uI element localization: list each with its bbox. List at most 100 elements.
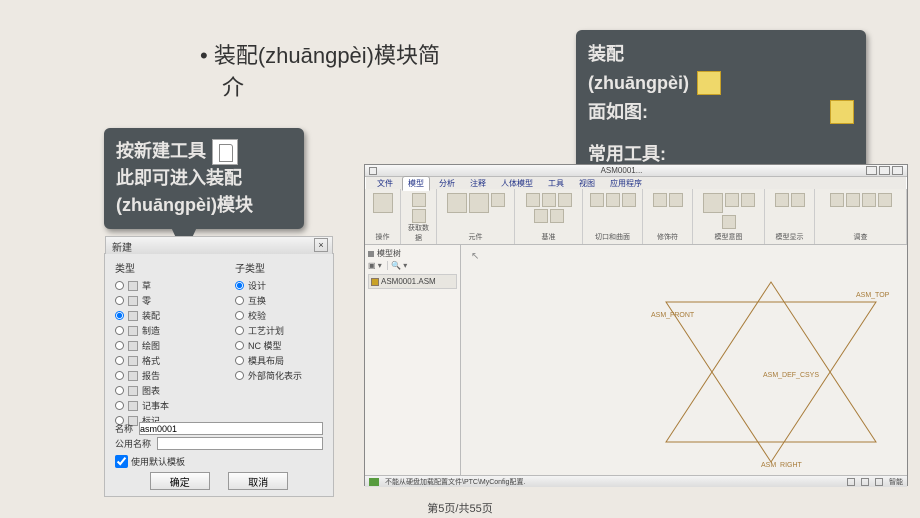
ok-button[interactable]: 确定 — [150, 472, 210, 490]
regenerate-icon[interactable] — [373, 193, 393, 213]
publish-icon[interactable] — [862, 193, 876, 207]
sub-radio-4[interactable] — [235, 341, 244, 350]
bullet-text-1: • 装配(zhuāngpèi)模块简 — [200, 38, 440, 70]
revolve-icon[interactable] — [622, 193, 636, 207]
point-icon[interactable] — [558, 193, 572, 207]
type-radio-1[interactable] — [115, 296, 124, 305]
paste-icon[interactable] — [412, 209, 426, 223]
hole-icon[interactable] — [590, 193, 604, 207]
axis-icon[interactable] — [542, 193, 556, 207]
csys-icon[interactable] — [534, 209, 548, 223]
name-field[interactable] — [139, 422, 323, 435]
display-style-icon[interactable] — [775, 193, 789, 207]
mirror-icon[interactable] — [669, 193, 683, 207]
type-lbl-7: 图表 — [142, 384, 160, 397]
param-icon[interactable] — [830, 193, 844, 207]
dialog-titlebar[interactable]: 新建 × — [105, 236, 333, 254]
window-title: ASM0001... — [601, 166, 643, 175]
default-template-label: 使用默认模板 — [131, 455, 185, 468]
callout-right-l2a: (zhuāngpèi) — [588, 69, 689, 98]
grp-lbl-7: 模型显示 — [776, 232, 804, 242]
sub-lbl-4: NC 模型 — [248, 339, 282, 352]
sub-radio-1[interactable] — [235, 296, 244, 305]
perspective-icon[interactable] — [791, 193, 805, 207]
relations-icon[interactable] — [846, 193, 860, 207]
copy-icon[interactable] — [412, 193, 426, 207]
status-bar: 不能从硬盘加载配置文件\PTC\MyConfig配置. 智能 — [365, 475, 907, 487]
qa-icon[interactable] — [369, 167, 377, 175]
assembly-icon-1 — [697, 71, 721, 95]
type-header: 类型 — [115, 260, 215, 275]
explode-icon[interactable] — [722, 215, 736, 229]
pubname-field[interactable] — [157, 437, 323, 450]
datum-csys: ASM_DEF_CSYS — [763, 372, 819, 379]
sub-lbl-3: 工艺计划 — [248, 324, 284, 337]
section-icon[interactable] — [725, 193, 739, 207]
status-text: 不能从硬盘加载配置文件\PTC\MyConfig配置. — [385, 477, 525, 487]
name-group: 名称 公用名称 — [115, 420, 323, 452]
callout-left-l3: (zhuāngpèi)模块 — [116, 192, 292, 219]
canvas[interactable]: ASM_TOP ASM_FRONT ASM_DEF_CSYS ASM_RIGHT… — [461, 245, 907, 475]
sub-radio-3[interactable] — [235, 326, 244, 335]
assemble-icon[interactable] — [447, 193, 467, 213]
type-column: 类型 草 零 装配 制造 绘图 格式 报告 图表 记事本 标记 — [115, 260, 215, 429]
sub-radio-5[interactable] — [235, 356, 244, 365]
type-lbl-8: 记事本 — [142, 399, 169, 412]
type-radio-0[interactable] — [115, 281, 124, 290]
sketch-icon[interactable] — [550, 209, 564, 223]
new-dialog: 新建 × 类型 草 零 装配 制造 绘图 格式 报告 图表 记事本 标记 子类型… — [104, 253, 334, 497]
callout-left-l2: 此即可进入装配 — [116, 165, 292, 192]
tree-root-item[interactable]: ASM0001.ASM — [368, 274, 457, 289]
status-icon — [369, 478, 379, 486]
datum-star: ASM_TOP ASM_FRONT ASM_DEF_CSYS ASM_RIGHT — [651, 277, 891, 467]
callout-right: 装配 (zhuāngpèi) 面如图: 常用工具: — [576, 30, 866, 179]
type-radio-5[interactable] — [115, 356, 124, 365]
ribbon-tabs: 文件 模型 分析 注释 人体模型 工具 视图 应用程序 — [365, 177, 907, 189]
type-radio-4[interactable] — [115, 341, 124, 350]
tree-root-label: ASM0001.ASM — [381, 277, 436, 286]
type-radio-6[interactable] — [115, 371, 124, 380]
type-radio-2[interactable] — [115, 311, 124, 320]
max-button[interactable] — [879, 166, 890, 175]
type-lbl-1: 零 — [142, 294, 151, 307]
type-lbl-3: 制造 — [142, 324, 160, 337]
tree-toggle-icon[interactable] — [368, 251, 374, 257]
drag-icon[interactable] — [491, 193, 505, 207]
create-icon[interactable] — [469, 193, 489, 213]
datum-right: ASM_RIGHT — [761, 462, 803, 467]
filter-icon-2[interactable] — [861, 478, 869, 486]
filter-icon-3[interactable] — [875, 478, 883, 486]
min-button[interactable] — [866, 166, 877, 175]
type-radio-7[interactable] — [115, 386, 124, 395]
win-close-button[interactable] — [892, 166, 903, 175]
grp-lbl-0: 操作 — [376, 232, 390, 242]
sub-radio-6[interactable] — [235, 371, 244, 380]
cancel-button[interactable]: 取消 — [228, 472, 288, 490]
cursor-icon: ↖ — [471, 251, 479, 262]
type-icon-3 — [128, 326, 138, 336]
type-radio-3[interactable] — [115, 326, 124, 335]
pattern-icon[interactable] — [653, 193, 667, 207]
type-lbl-0: 草 — [142, 279, 151, 292]
extrude-icon[interactable] — [606, 193, 620, 207]
subtype-header: 子类型 — [235, 260, 335, 275]
type-icon-4 — [128, 341, 138, 351]
default-template-check[interactable] — [115, 455, 128, 468]
filter-icon-1[interactable] — [847, 478, 855, 486]
family-icon[interactable] — [878, 193, 892, 207]
sub-lbl-6: 外部简化表示 — [248, 369, 302, 382]
assembly-icon-2 — [830, 100, 854, 124]
type-icon-2 — [128, 311, 138, 321]
sub-radio-0[interactable] — [235, 281, 244, 290]
type-lbl-4: 绘图 — [142, 339, 160, 352]
appearance-icon[interactable] — [741, 193, 755, 207]
manage-view-icon[interactable] — [703, 193, 723, 213]
sub-radio-2[interactable] — [235, 311, 244, 320]
grp-lbl-1: 获取数据 — [405, 223, 432, 243]
close-icon[interactable]: × — [314, 238, 328, 252]
type-radio-8[interactable] — [115, 401, 124, 410]
plane-icon[interactable] — [526, 193, 540, 207]
app-window: ASM0001... 文件 模型 分析 注释 人体模型 工具 视图 应用程序 操… — [364, 164, 908, 486]
dialog-title: 新建 — [112, 243, 132, 254]
pubname-label: 公用名称 — [115, 437, 151, 450]
